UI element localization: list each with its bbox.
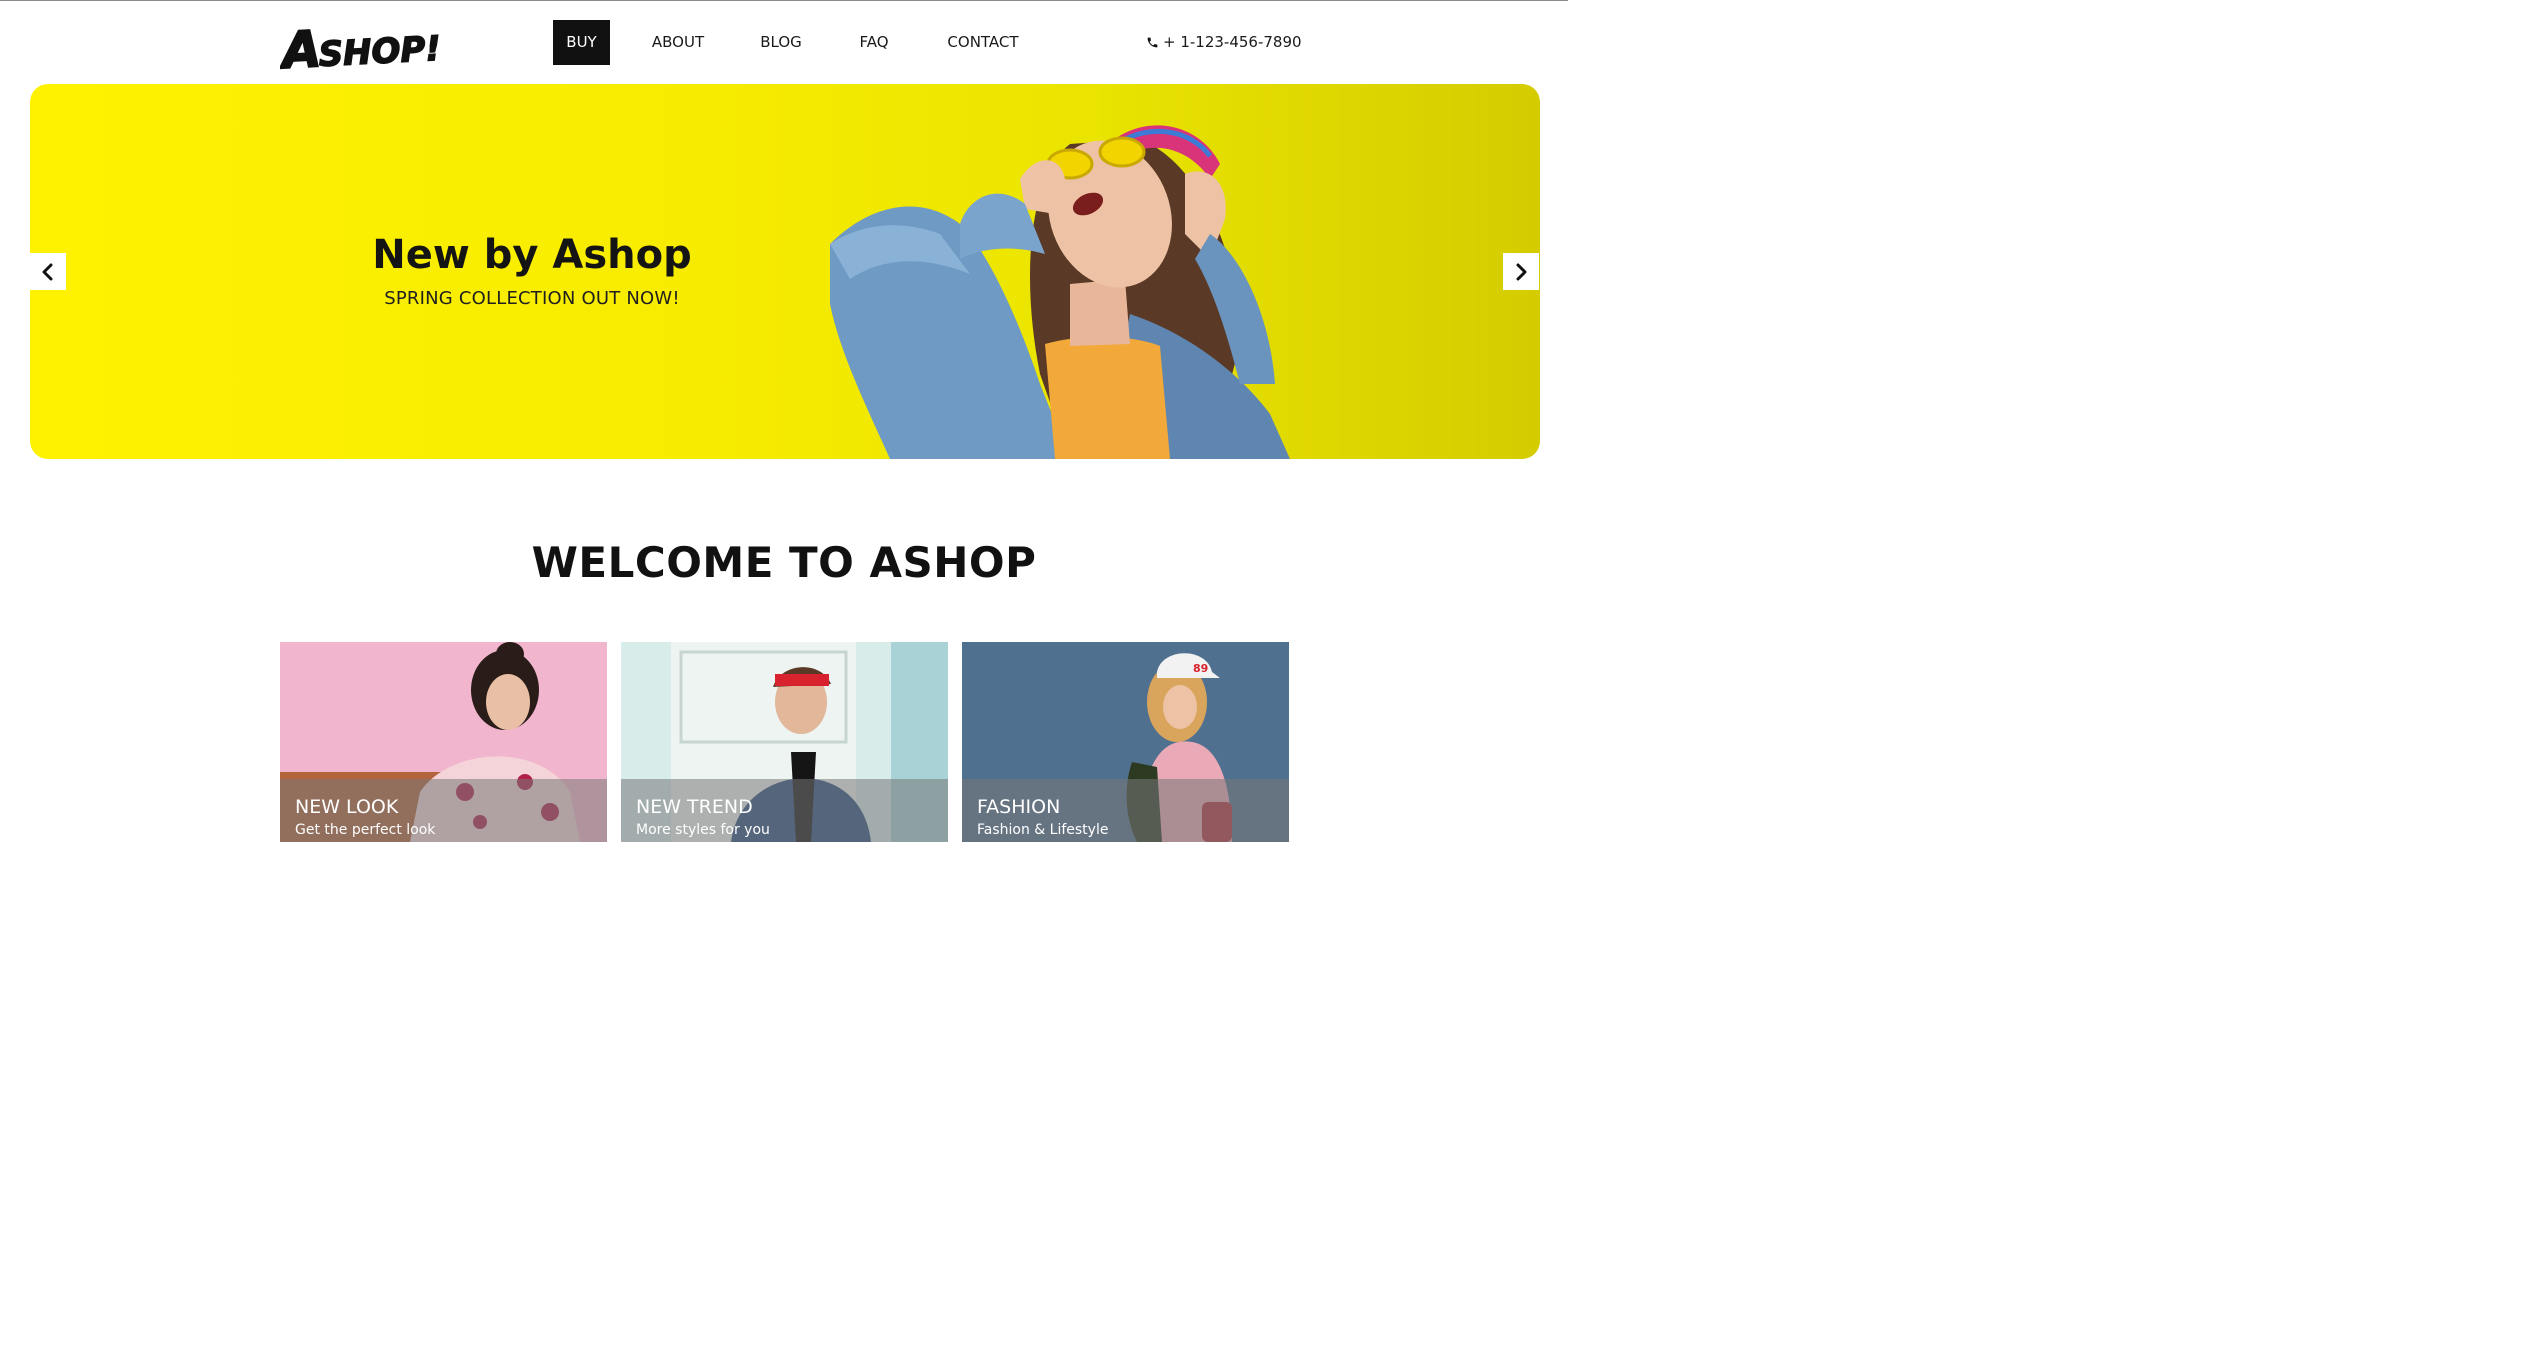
hero-subtitle: SPRING COLLECTION OUT NOW!	[384, 288, 680, 309]
ashop-logo[interactable]: A SHOP!	[280, 12, 440, 72]
slider-next-button[interactable]	[1503, 253, 1539, 290]
chevron-right-icon	[1516, 263, 1527, 280]
hero-model-image	[830, 125, 1290, 459]
slider-prev-button[interactable]	[30, 253, 66, 290]
welcome-heading: WELCOME TO ASHOP	[531, 538, 1037, 587]
nav-about[interactable]: ABOUT	[642, 20, 714, 65]
chevron-left-icon	[42, 263, 53, 280]
card-title: FASHION	[977, 796, 1061, 818]
hero-title: New by Ashop	[372, 232, 692, 278]
card-subtitle: Fashion & Lifestyle	[977, 822, 1109, 838]
nav-buy[interactable]: BUY	[553, 20, 610, 65]
svg-text:SHOP!: SHOP!	[318, 29, 440, 72]
nav-faq[interactable]: FAQ	[851, 20, 897, 65]
card-title: NEW LOOK	[295, 796, 399, 818]
nav-contact[interactable]: CONTACT	[936, 20, 1030, 65]
hero-slider: New by Ashop SPRING COLLECTION OUT NOW!	[30, 84, 1540, 459]
category-card-new-look[interactable]: NEW LOOK Get the perfect look	[280, 642, 607, 842]
phone-contact[interactable]: + 1-123-456-7890	[1146, 31, 1302, 53]
nav-blog[interactable]: BLOG	[750, 20, 812, 65]
svg-text:A: A	[280, 20, 323, 72]
category-card-fashion[interactable]: 89 FASHION Fashion & Lifestyle	[962, 642, 1289, 842]
svg-text:89: 89	[1193, 662, 1208, 675]
card-title: NEW TREND	[636, 796, 753, 818]
card-subtitle: More styles for you	[636, 822, 770, 838]
phone-number[interactable]: + 1-123-456-7890	[1163, 33, 1302, 51]
card-subtitle: Get the perfect look	[295, 822, 436, 838]
phone-icon	[1147, 37, 1158, 48]
category-card-new-trend[interactable]: NEW TREND More styles for you	[621, 642, 948, 842]
top-border	[0, 0, 1568, 1]
